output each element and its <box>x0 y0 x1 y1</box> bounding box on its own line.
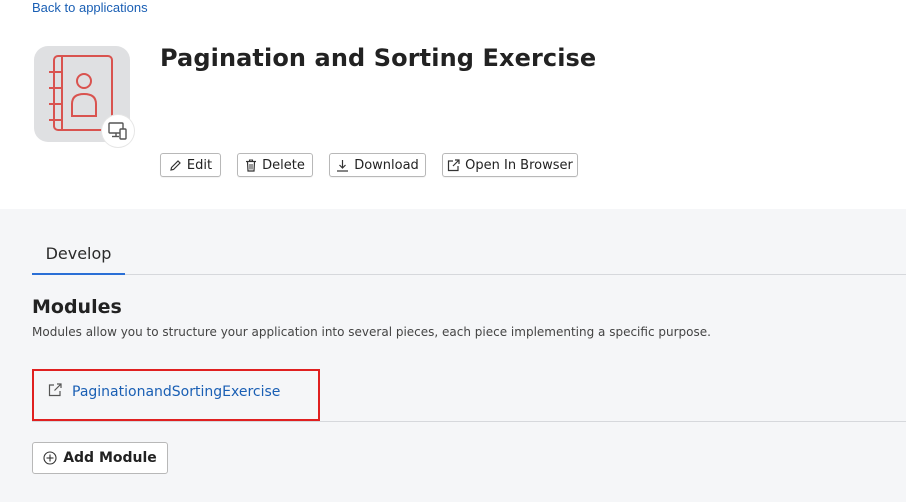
open-in-browser-label: Open In Browser <box>465 157 573 173</box>
tab-develop[interactable]: Develop <box>32 231 125 275</box>
platform-badge <box>102 115 134 147</box>
download-button[interactable]: Download <box>329 153 426 177</box>
active-tab-indicator <box>32 273 125 275</box>
content-panel: Develop Modules Modules allow you to str… <box>0 209 906 502</box>
delete-button[interactable]: Delete <box>237 153 313 177</box>
add-module-button[interactable]: Add Module <box>32 442 168 474</box>
modules-description: Modules allow you to structure your appl… <box>32 325 711 339</box>
modules-heading: Modules <box>32 296 122 318</box>
open-in-browser-button[interactable]: Open In Browser <box>442 153 578 177</box>
edit-label: Edit <box>186 157 213 173</box>
page-title: Pagination and Sorting Exercise <box>160 44 597 72</box>
devices-icon <box>108 122 127 140</box>
back-to-applications-link[interactable]: Back to applications <box>32 0 148 16</box>
add-module-label: Add Module <box>63 450 157 466</box>
module-list-divider <box>32 421 906 422</box>
tab-develop-label: Develop <box>45 243 112 263</box>
plus-circle-icon <box>43 451 57 465</box>
download-label: Download <box>354 157 419 173</box>
external-link-icon[interactable] <box>48 383 62 397</box>
module-list-item: PaginationandSortingExercise <box>32 369 320 421</box>
download-icon <box>337 159 349 172</box>
edit-button[interactable]: Edit <box>160 153 221 177</box>
pencil-icon <box>170 159 181 171</box>
delete-label: Delete <box>262 157 305 173</box>
external-link-icon <box>448 158 460 171</box>
tab-bar-divider <box>32 274 906 275</box>
module-link[interactable]: PaginationandSortingExercise <box>72 384 280 400</box>
trash-icon <box>246 158 257 172</box>
